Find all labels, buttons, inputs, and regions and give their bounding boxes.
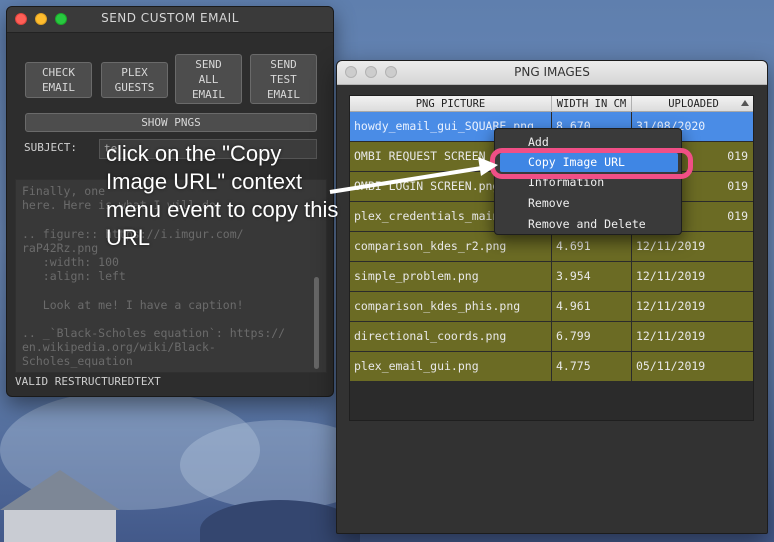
body-text-line: en.wikipedia.org/wiki/Black- <box>22 340 216 355</box>
sort-ascending-icon <box>741 100 749 106</box>
body-text-line: :width: 100 <box>22 255 119 269</box>
body-text-line <box>22 283 320 297</box>
context-menu-remove-and-delete[interactable]: Remove and Delete <box>500 215 678 234</box>
table-row[interactable]: plex_email_gui.png 4.775 05/11/2019 <box>350 352 753 382</box>
background-house <box>4 510 116 542</box>
table-row[interactable]: directional_coords.png 6.799 12/11/2019 <box>350 322 753 352</box>
check-email-button[interactable]: CHECK EMAIL <box>25 62 92 98</box>
body-text-line: Look at me! I have a caption! <box>22 297 244 312</box>
cell-uploaded: 05/11/2019 <box>632 352 753 381</box>
titlebar: PNG IMAGES <box>337 61 767 85</box>
send-test-email-button[interactable]: SEND TEST EMAIL <box>250 54 317 104</box>
column-header-uploaded[interactable]: UPLOADED <box>632 96 753 112</box>
show-pngs-button[interactable]: SHOW PNGS <box>25 113 317 132</box>
cell-width: 4.691 <box>552 232 632 261</box>
body-text-line: Scholes_equation <box>22 354 133 369</box>
body-text-line <box>22 312 320 326</box>
cell-uploaded: 12/11/2019 <box>632 232 753 261</box>
window-title: PNG IMAGES <box>514 65 590 79</box>
cell-png-picture: directional_coords.png <box>350 322 552 351</box>
column-header-width[interactable]: WIDTH IN CM <box>552 96 632 112</box>
context-menu-remove[interactable]: Remove <box>500 194 678 213</box>
body-scrollbar[interactable] <box>314 277 319 369</box>
table-header: PNG PICTURE WIDTH IN CM UPLOADED <box>350 96 753 112</box>
highlight-ring <box>490 148 693 179</box>
cell-png-picture: simple_problem.png <box>350 262 552 291</box>
cell-uploaded: 12/11/2019 <box>632 322 753 351</box>
body-text-line: :align: left <box>22 269 126 284</box>
table-row[interactable]: comparison_kdes_phis.png 4.961 12/11/2019 <box>350 292 753 322</box>
table-row[interactable]: comparison_kdes_r2.png 4.691 12/11/2019 <box>350 232 753 262</box>
cell-width: 6.799 <box>552 322 632 351</box>
titlebar: SEND CUSTOM EMAIL <box>7 7 333 33</box>
subject-label: SUBJECT: <box>24 141 77 154</box>
cell-uploaded: 12/11/2019 <box>632 262 753 291</box>
annotation-text: click on the "Copy Image URL" context me… <box>106 141 339 250</box>
context-menu: Add Copy Image URL Information Remove Remove… <box>494 128 682 235</box>
cell-uploaded: 12/11/2019 <box>632 292 753 321</box>
cell-png-picture: comparison_kdes_phis.png <box>350 292 552 321</box>
cell-width: 4.961 <box>552 292 632 321</box>
cell-width: 3.954 <box>552 262 632 291</box>
send-all-email-button[interactable]: SEND ALL EMAIL <box>175 54 242 104</box>
window-title: SEND CUSTOM EMAIL <box>101 11 239 25</box>
table-row[interactable]: simple_problem.png 3.954 12/11/2019 <box>350 262 753 292</box>
validation-status: VALID RESTRUCTUREDTEXT <box>15 375 161 388</box>
cell-png-picture: comparison_kdes_r2.png <box>350 232 552 261</box>
cell-png-picture: plex_email_gui.png <box>350 352 552 381</box>
cell-width: 4.775 <box>552 352 632 381</box>
background-house-roof <box>0 470 120 510</box>
column-header-png-picture[interactable]: PNG PICTURE <box>350 96 552 112</box>
plex-guests-button[interactable]: PLEX GUESTS <box>101 62 168 98</box>
body-text-line: .. _`Black-Scholes equation`: https:// <box>22 325 286 340</box>
